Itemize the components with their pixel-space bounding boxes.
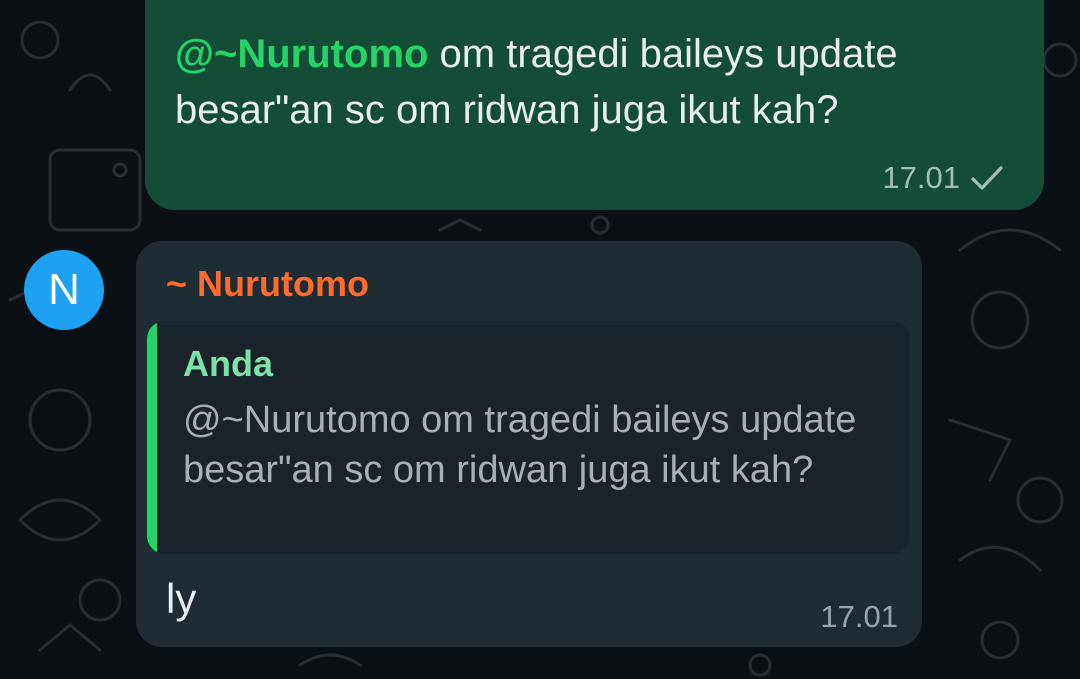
single-check-icon	[970, 164, 1004, 192]
quote-accent-bar	[147, 321, 157, 554]
quoted-message[interactable]: Anda @~Nurutomo om tragedi baileys updat…	[147, 321, 910, 554]
quoted-message-text: @~Nurutomo om tragedi baileys update bes…	[183, 399, 857, 491]
outgoing-message[interactable]: @~Nurutomo om tragedi baileys update bes…	[145, 0, 1044, 210]
sender-name[interactable]: ~ Nurutomo	[166, 263, 369, 305]
avatar-letter: N	[48, 265, 80, 314]
incoming-message-time: 17.01	[820, 599, 898, 634]
outgoing-message-meta: 17.01	[882, 160, 1004, 196]
incoming-message-text: ly	[166, 575, 197, 622]
mention-link[interactable]: @~Nurutomo	[175, 32, 428, 76]
outgoing-message-time: 17.01	[882, 160, 960, 195]
quoted-message-author: Anda	[183, 343, 273, 384]
incoming-message[interactable]: ~ Nurutomo Anda @~Nurutomo om tragedi ba…	[136, 241, 922, 647]
sender-avatar[interactable]: N	[24, 250, 104, 330]
outgoing-message-text: @~Nurutomo om tragedi baileys update bes…	[175, 26, 1014, 138]
